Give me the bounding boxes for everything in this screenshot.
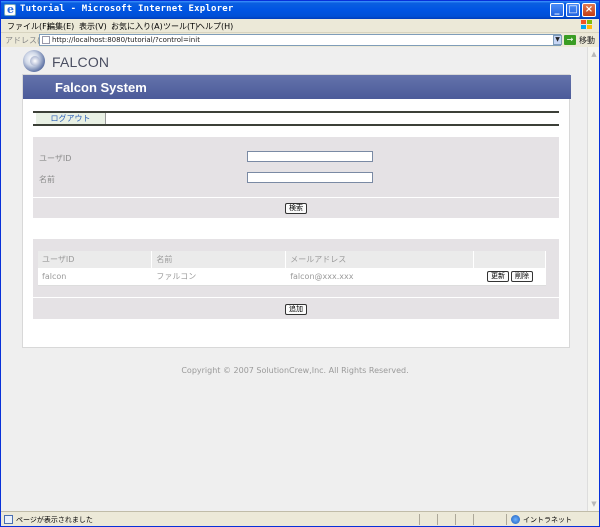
vertical-scrollbar[interactable]: ▲ ▼ [587,47,599,511]
nav-divider-bottom [33,124,559,126]
cell-name: ファルコン [151,268,287,286]
menu-help[interactable]: ヘルプ(H) [197,21,233,32]
table-header-row: ユーザID 名前 メールアドレス [38,251,546,268]
menu-favorites[interactable]: お気に入り(A) [111,21,163,32]
system-title: Falcon System [55,80,147,95]
address-url: http://localhost:8080/tutorial/?control=… [52,36,200,44]
add-button[interactable]: 追加 [285,304,307,315]
go-arrow-icon[interactable]: → [564,35,576,45]
status-divider [473,514,474,525]
search-button[interactable]: 検索 [285,203,307,214]
menu-tools[interactable]: ツール(T) [163,21,198,32]
intranet-globe-icon [511,515,520,524]
menu-edit[interactable]: 編集(E) [47,21,74,32]
status-message: ページが表示されました [16,516,93,524]
browser-window: Tutorial - Microsoft Internet Explorer _… [0,0,600,527]
cell-user-id: falcon [38,268,153,286]
menu-view[interactable]: 表示(V) [79,21,107,32]
cell-email: falcon@xxx.xxx [285,268,475,286]
update-button[interactable]: 更新 [487,270,509,282]
scroll-down-icon[interactable]: ▼ [589,499,599,509]
status-divider [506,514,507,525]
status-divider [419,514,420,525]
maximize-button[interactable]: □ [566,3,580,17]
nav-divider-top [33,111,559,113]
user-list-panel: ユーザID 名前 メールアドレス falcon ファルコン falcon@xxx… [33,239,559,319]
name-label: 名前 [39,175,55,184]
column-header-email: メールアドレス [285,251,475,268]
address-bar: アドレス(D) http://localhost:8080/tutorial/?… [1,32,599,46]
page-done-icon [4,515,13,524]
menu-file[interactable]: ファイル(F) [7,21,50,32]
falcon-logo-icon [23,50,45,72]
user-id-label: ユーザID [39,154,72,163]
status-divider [437,514,438,525]
main-container: Falcon System ログアウト ユーザID 名前 検索 ユーザID 名前… [22,74,571,348]
column-header-name: 名前 [151,251,287,268]
search-divider [33,197,559,198]
close-button[interactable]: × [582,3,596,17]
user-id-input[interactable] [247,151,373,162]
table-row: falcon ファルコン falcon@xxx.xxx 更新 削除 [38,268,546,286]
ie-icon [4,3,16,16]
go-button[interactable]: 移動 [579,35,595,46]
address-input[interactable]: http://localhost:8080/tutorial/?control=… [39,34,561,46]
minimize-button[interactable]: _ [550,3,564,17]
column-header-user-id: ユーザID [38,251,153,268]
column-header-actions [473,251,546,268]
address-dropdown-icon[interactable]: ▼ [553,35,562,45]
page-icon [42,36,50,44]
title-bar[interactable]: Tutorial - Microsoft Internet Explorer _… [1,1,599,19]
security-zone: イントラネット [523,516,572,524]
window-title: Tutorial - Microsoft Internet Explorer [20,4,234,14]
scroll-up-icon[interactable]: ▲ [589,49,599,59]
name-input[interactable] [247,172,373,183]
logout-link[interactable]: ログアウト [36,113,106,124]
menu-bar: ファイル(F) 編集(E) 表示(V) お気に入り(A) ツール(T) ヘルプ(… [1,19,599,32]
system-header: Falcon System [23,75,571,99]
cell-actions: 更新 削除 [473,268,546,286]
page-viewport: FALCON Falcon System ログアウト ユーザID 名前 検索 ユ… [1,47,587,511]
search-panel: ユーザID 名前 検索 [33,137,559,218]
delete-button[interactable]: 削除 [511,270,533,282]
list-divider [33,297,559,298]
logo-text: FALCON [52,54,110,70]
status-bar: ページが表示されました イントラネット [1,511,599,526]
windows-logo-icon [581,20,593,31]
user-table: ユーザID 名前 メールアドレス falcon ファルコン falcon@xxx… [38,251,546,286]
status-divider [455,514,456,525]
copyright-text: Copyright © 2007 SolutionCrew,Inc. All R… [181,366,409,375]
